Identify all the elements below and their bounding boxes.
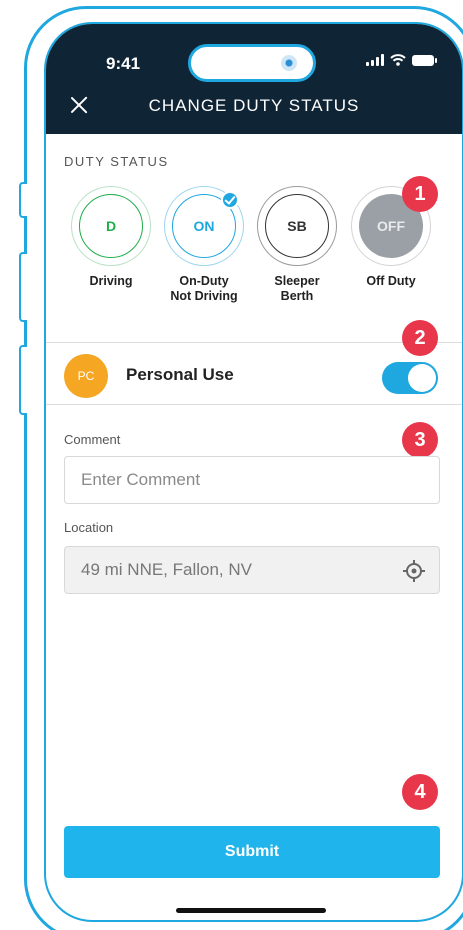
location-value: 49 mi NNE, Fallon, NV	[81, 560, 252, 579]
location-field[interactable]: 49 mi NNE, Fallon, NV	[64, 546, 440, 594]
divider	[46, 342, 462, 343]
duty-ring: D	[71, 186, 151, 266]
status-time: 9:41	[106, 54, 141, 73]
check-icon	[221, 191, 239, 209]
duty-label: On-Duty Not Driving	[170, 274, 238, 303]
step-marker-2: 2	[402, 320, 438, 356]
duty-label: Sleeper Berth	[274, 274, 320, 303]
duty-status-options: D Driving ON On-Duty Not Driving SB Slee…	[46, 186, 462, 346]
duty-option-sleeper-berth[interactable]: SB Sleeper Berth	[252, 186, 342, 304]
comment-input[interactable]	[64, 456, 440, 504]
divider	[46, 404, 462, 405]
dynamic-island	[188, 44, 316, 82]
submit-button[interactable]: Submit	[64, 826, 440, 878]
personal-use-label: Personal Use	[126, 365, 234, 384]
duty-status-label: DUTY STATUS	[64, 154, 169, 169]
duty-option-driving[interactable]: D Driving	[66, 186, 156, 289]
personal-use-toggle[interactable]	[382, 362, 438, 394]
duty-option-on-duty[interactable]: ON On-Duty Not Driving	[159, 186, 249, 304]
crosshair-icon[interactable]	[403, 560, 425, 582]
phone-screen: 9:41 CHANGE DUTY STATUS DUTY STATUS D Dr…	[44, 22, 463, 922]
home-indicator	[176, 908, 326, 913]
comment-label: Comment	[64, 432, 121, 447]
wifi-icon	[390, 54, 406, 66]
duty-label: Driving	[89, 274, 133, 288]
side-button-mute	[19, 182, 27, 218]
location-label: Location	[64, 520, 114, 535]
duty-code: D	[79, 194, 143, 258]
personal-use-avatar: PC	[64, 354, 108, 398]
camera-icon	[281, 55, 297, 71]
step-marker-3: 3	[402, 422, 438, 458]
toggle-knob	[408, 364, 436, 392]
step-marker-1: 1	[402, 176, 438, 212]
app-header: 9:41 CHANGE DUTY STATUS	[46, 24, 462, 134]
side-button-volume-up	[19, 252, 27, 322]
duty-ring: ON	[164, 186, 244, 266]
side-button-volume-down	[19, 345, 27, 415]
duty-ring: SB	[257, 186, 337, 266]
duty-code: SB	[265, 194, 329, 258]
battery-icon	[412, 54, 437, 66]
page-title: CHANGE DUTY STATUS	[148, 96, 360, 115]
step-marker-4: 4	[402, 774, 438, 810]
duty-label: Off Duty	[366, 274, 416, 288]
status-icons	[366, 54, 437, 66]
signal-icon	[366, 54, 384, 66]
